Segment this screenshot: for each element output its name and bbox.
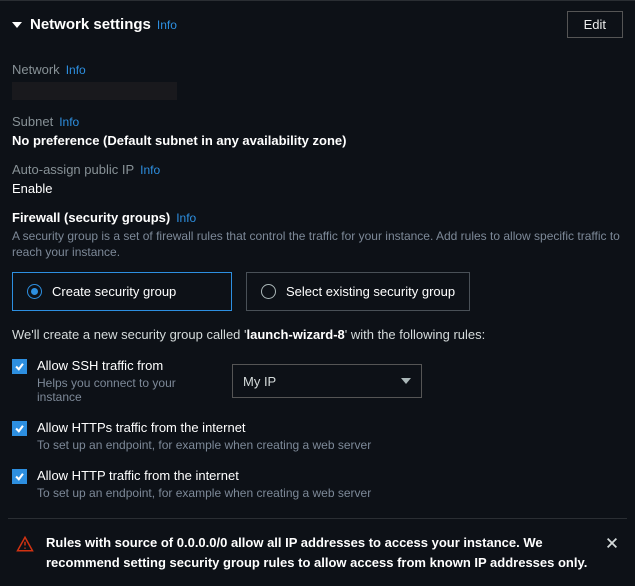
ssh-rule-row: Allow SSH traffic from Helps you connect… [12, 358, 623, 404]
panel-header-left: Network settings Info [12, 16, 177, 33]
sg-intro-pre: We'll create a new security group called… [12, 327, 247, 342]
firewall-info-link[interactable]: Info [176, 211, 196, 225]
subnet-field: Subnet Info No preference (Default subne… [12, 114, 623, 148]
network-settings-panel: Network settings Info Edit Network Info … [0, 0, 635, 586]
http-rule-row: Allow HTTP traffic from the internet To … [12, 468, 623, 500]
network-info-link[interactable]: Info [66, 63, 86, 77]
https-help: To set up an endpoint, for example when … [37, 438, 371, 452]
firewall-field: Firewall (security groups) Info A securi… [12, 210, 623, 311]
ssh-source-dropdown[interactable]: My IP [232, 364, 422, 398]
sg-name: launch-wizard-8 [247, 327, 345, 342]
subnet-label: Subnet [12, 114, 53, 129]
public-ip-field: Auto-assign public IP Info Enable [12, 162, 623, 196]
http-checkbox[interactable] [12, 469, 27, 484]
firewall-label: Firewall (security groups) [12, 210, 170, 225]
ssh-checkbox[interactable] [12, 359, 27, 374]
http-title: Allow HTTP traffic from the internet [37, 468, 371, 483]
create-sg-label: Create security group [52, 284, 176, 299]
radio-icon [261, 284, 276, 299]
network-value-redacted [12, 82, 177, 100]
panel-info-link[interactable]: Info [157, 18, 177, 32]
ssh-help: Helps you connect to your instance [37, 376, 222, 404]
create-sg-radio[interactable]: Create security group [12, 272, 232, 311]
select-sg-radio[interactable]: Select existing security group [246, 272, 470, 311]
network-field: Network Info [12, 62, 623, 100]
http-help: To set up an endpoint, for example when … [37, 486, 371, 500]
edit-button[interactable]: Edit [567, 11, 623, 38]
warning-banner: Rules with source of 0.0.0.0/0 allow all… [8, 518, 627, 586]
panel-header: Network settings Info Edit [12, 11, 623, 48]
subnet-info-link[interactable]: Info [59, 115, 79, 129]
https-checkbox[interactable] [12, 421, 27, 436]
warning-text: Rules with source of 0.0.0.0/0 allow all… [46, 533, 593, 572]
select-sg-label: Select existing security group [286, 284, 455, 299]
firewall-help: A security group is a set of firewall ru… [12, 228, 623, 260]
firewall-radio-group: Create security group Select existing se… [12, 272, 623, 311]
public-ip-value: Enable [12, 181, 623, 196]
sg-intro-post: ' with the following rules: [345, 327, 486, 342]
warning-triangle-icon [16, 535, 34, 553]
radio-icon [27, 284, 42, 299]
ssh-title: Allow SSH traffic from [37, 358, 222, 373]
https-rule-row: Allow HTTPs traffic from the internet To… [12, 420, 623, 452]
ssh-source-value: My IP [243, 374, 276, 389]
subnet-value: No preference (Default subnet in any ava… [12, 133, 623, 148]
collapse-caret-icon[interactable] [12, 22, 22, 28]
public-ip-label: Auto-assign public IP [12, 162, 134, 177]
panel-title: Network settings [30, 16, 151, 33]
close-icon[interactable] [605, 536, 619, 550]
chevron-down-icon [401, 378, 411, 384]
network-label: Network [12, 62, 60, 77]
public-ip-info-link[interactable]: Info [140, 163, 160, 177]
sg-intro: We'll create a new security group called… [12, 327, 623, 342]
https-title: Allow HTTPs traffic from the internet [37, 420, 371, 435]
